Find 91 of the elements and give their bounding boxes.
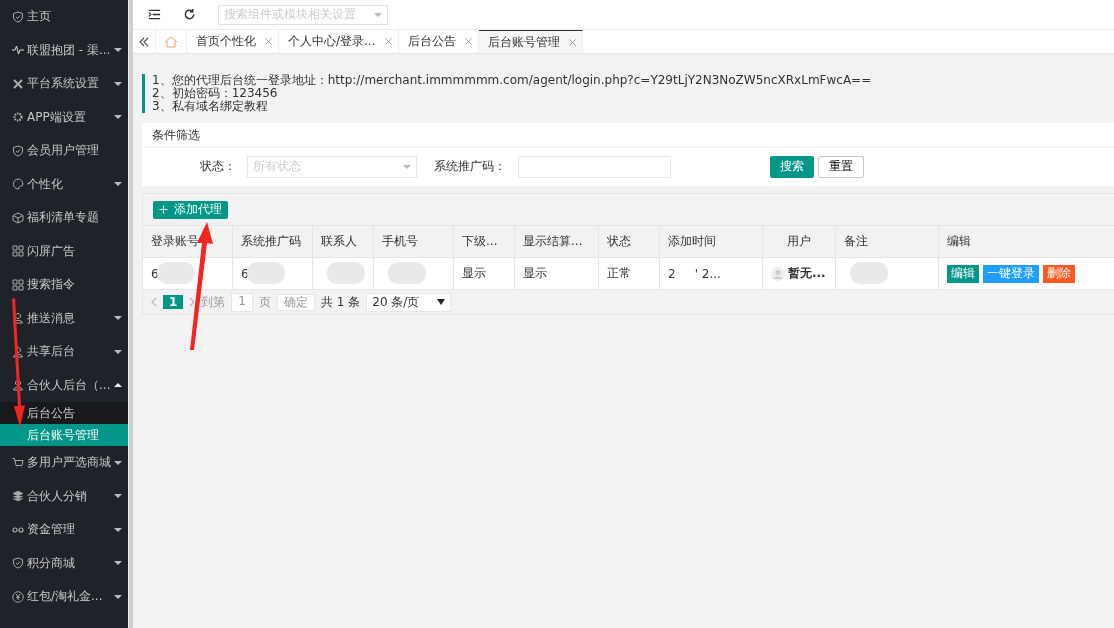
sidebar-item[interactable]: 资金管理 — [0, 513, 128, 547]
menu-icon — [12, 379, 24, 392]
notice-text: 1、您的代理后台统一登录地址：http://merchant.immmmmm.com/agent/login.php?c=Y29tLjY2N3NoZW5ncXRxLmFwcA== — [152, 74, 873, 87]
tab[interactable]: 后台公告 — [398, 30, 479, 53]
total-count: 共 1 条 — [321, 293, 361, 311]
card-title: 条件筛选 — [142, 123, 1114, 148]
sidebar-item[interactable]: 积分商城 — [0, 546, 128, 580]
menu-label: 合伙人分销 — [27, 487, 88, 505]
table-cell: 暂无... — [788, 265, 826, 282]
menu-label: 闪屏广告 — [27, 242, 76, 260]
scrollbar[interactable] — [128, 0, 133, 628]
close-icon[interactable] — [463, 37, 473, 46]
menu-icon — [12, 111, 24, 124]
menu-icon — [12, 345, 24, 358]
table-cell: 6 — [151, 266, 159, 281]
menu-icon — [12, 44, 24, 57]
home-icon — [164, 35, 178, 48]
avatar-icon — [771, 266, 785, 281]
input-field[interactable] — [518, 155, 671, 178]
prev-icon[interactable] — [151, 297, 157, 307]
sidebar-item[interactable]: 红包/淘礼金... — [0, 580, 128, 614]
search-button[interactable]: 搜索 — [770, 155, 814, 178]
dropdown-icon — [374, 12, 382, 17]
close-icon[interactable] — [264, 37, 273, 46]
menu-icon — [12, 557, 24, 570]
menu-icon — [12, 10, 24, 23]
menu-icon — [12, 178, 24, 191]
pager-label: 到第 — [201, 293, 226, 311]
tab[interactable]: 个人中心/登录... — [279, 30, 399, 53]
notice-text: 2、初始密码：123456 — [152, 87, 279, 100]
add-button[interactable]: 添加代理 — [153, 200, 228, 219]
sidebar-item[interactable]: 闪屏广告 — [0, 234, 128, 268]
sidebar-item[interactable]: 合伙人分销 — [0, 479, 128, 513]
menu-icon — [12, 77, 24, 90]
plus-icon — [159, 205, 168, 214]
close-icon[interactable] — [383, 37, 393, 46]
menu-label: 福利清单专题 — [27, 209, 100, 227]
sidebar-item[interactable]: 平台系统设置 — [0, 67, 128, 101]
menu-icon — [12, 490, 24, 503]
menu-label: 红包/淘礼金... — [27, 588, 104, 606]
menu-label: 推送消息 — [27, 309, 76, 327]
menu-label: 联盟抱团 - 渠... — [27, 41, 112, 59]
sidebar-item[interactable]: 个性化 — [0, 167, 128, 201]
menu-label: 合伙人后台（... — [27, 376, 112, 394]
field-label: 系统推广码： — [434, 158, 507, 175]
close-icon[interactable] — [567, 37, 577, 47]
menu-label: 搜索指令 — [27, 276, 76, 294]
double-left-icon[interactable] — [138, 35, 150, 48]
submenu-item[interactable]: 后台公告 — [0, 402, 128, 424]
menu-icon — [12, 144, 24, 157]
action-button[interactable]: 编辑 — [947, 264, 979, 283]
menu-icon — [12, 245, 24, 258]
tab[interactable]: 首页个性化 — [187, 30, 279, 53]
sidebar-item[interactable]: 福利清单专题 — [0, 201, 128, 235]
table-cell: 显示 — [523, 265, 547, 282]
menu-label: 个性化 — [27, 175, 64, 193]
field-label: 状态： — [200, 158, 237, 175]
page-number[interactable]: 1 — [163, 295, 184, 309]
table-cell: 正常 — [607, 265, 631, 282]
sidebar-item[interactable]: 主页 — [0, 0, 128, 34]
sidebar-item[interactable]: APP端设置 — [0, 100, 128, 134]
submenu-item[interactable]: 后台账号管理 — [0, 424, 128, 446]
dropdown-icon — [403, 164, 411, 169]
menu-label: 资金管理 — [27, 521, 76, 539]
menu-label: 共享后台 — [27, 343, 76, 361]
sidebar-item[interactable]: 多用户严选商城 — [0, 446, 128, 480]
reset-button[interactable]: 重置 — [818, 155, 864, 178]
menu-label: 会员用户管理 — [27, 142, 100, 160]
menu-label: 主页 — [27, 8, 52, 26]
table-cell: 显示 — [462, 265, 486, 282]
menu-icon[interactable] — [148, 8, 161, 21]
tab[interactable]: 后台账号管理 — [478, 30, 583, 53]
notice-text: 3、私有域名绑定教程 — [152, 100, 269, 113]
menu-icon — [12, 211, 24, 224]
refresh-icon[interactable] — [183, 8, 196, 21]
sidebar-item[interactable]: 联盟抱团 - 渠... — [0, 33, 128, 67]
next-icon[interactable] — [189, 297, 196, 307]
sidebar-item[interactable]: 搜索指令 — [0, 268, 128, 302]
menu-label: 平台系统设置 — [27, 75, 100, 93]
home-tab[interactable] — [155, 30, 187, 53]
menu-icon — [12, 456, 24, 469]
menu-label: 积分商城 — [27, 554, 76, 572]
pager-label: 页 — [259, 293, 271, 311]
menu-icon — [12, 590, 24, 603]
table-cell: 2 ' 2... — [668, 266, 721, 281]
table-cell: 6 — [241, 266, 249, 281]
page-size-select[interactable]: 20 条/页 — [366, 292, 452, 312]
menu-label: 多用户严选商城 — [27, 454, 112, 472]
menu-label: APP端设置 — [27, 108, 87, 126]
menu-icon — [12, 278, 24, 291]
sidebar-item[interactable]: 会员用户管理 — [0, 134, 128, 168]
